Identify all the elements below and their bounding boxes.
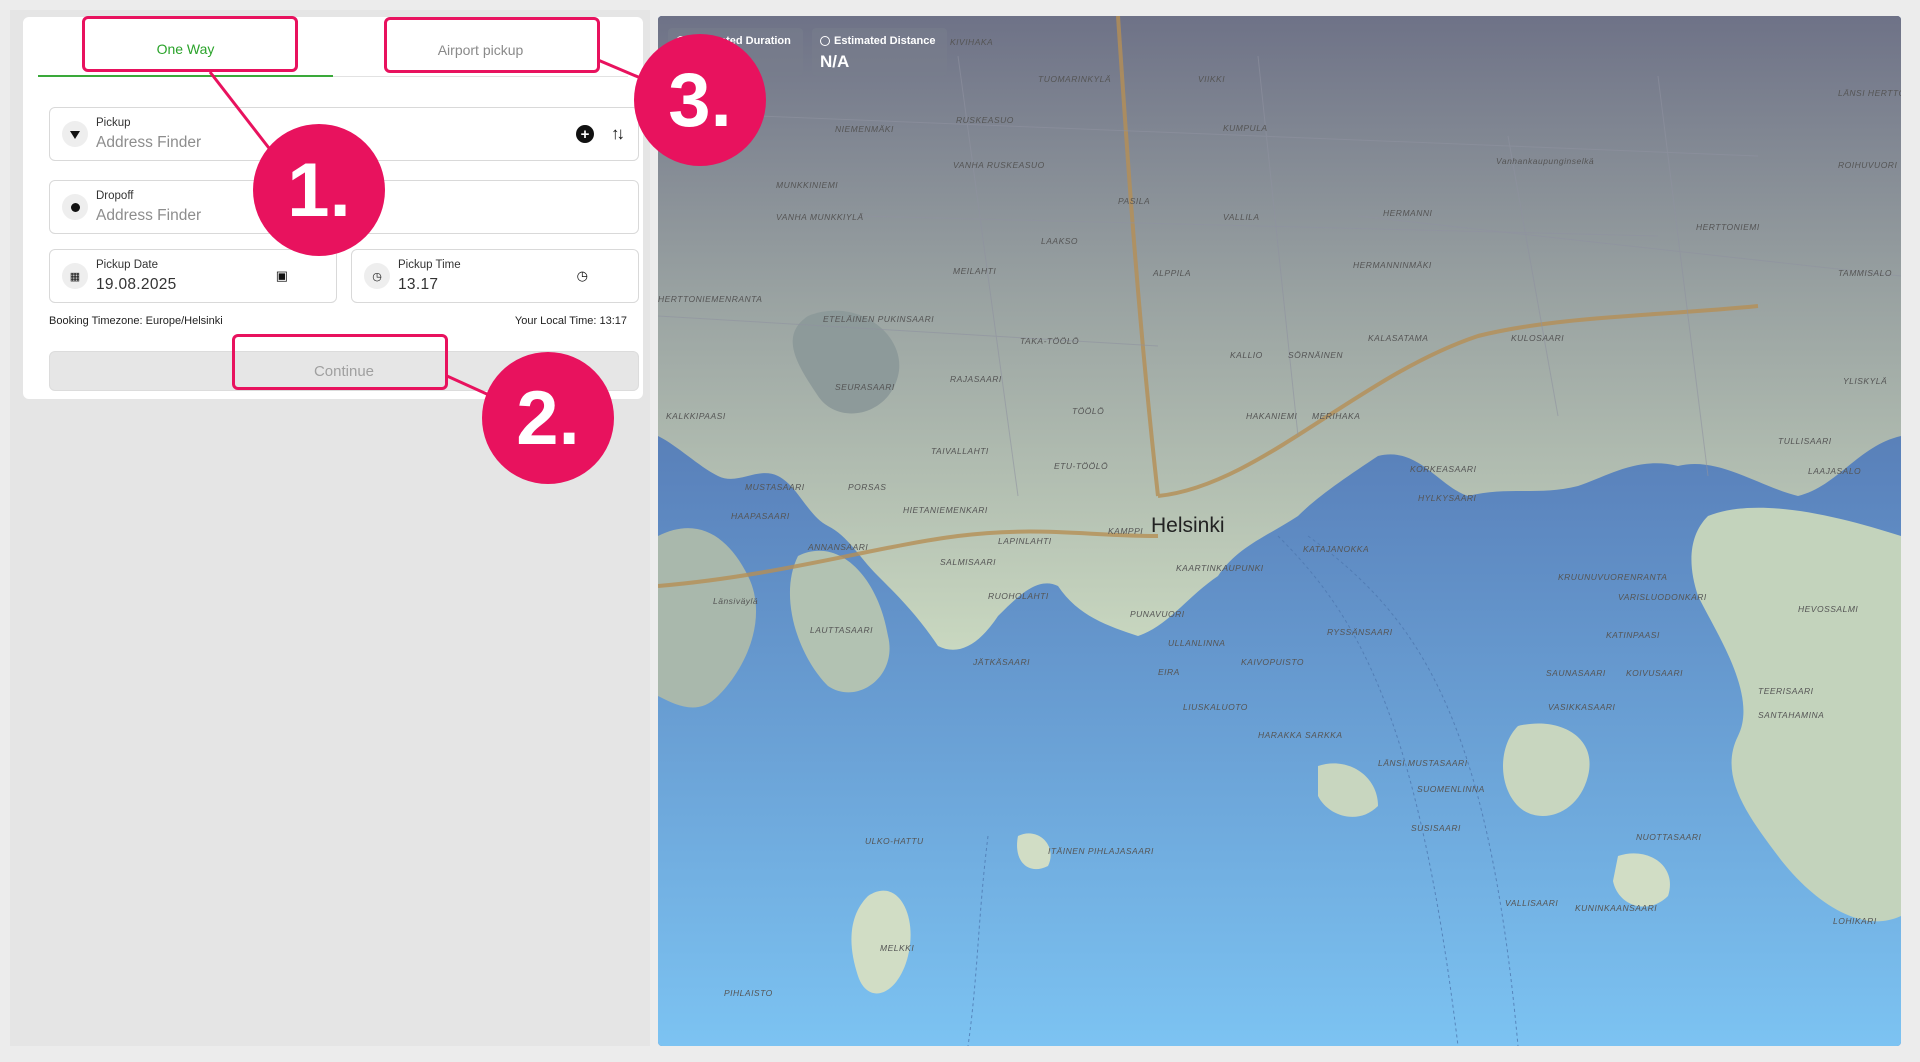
highlight-one-way-tab xyxy=(82,16,298,72)
highlight-airport-tab xyxy=(384,17,600,73)
annotation-badge-three: 3. xyxy=(634,34,766,166)
annotation-badge-one: 1. xyxy=(253,124,385,256)
highlight-continue-button xyxy=(232,334,448,390)
annotation-badge-two: 2. xyxy=(482,352,614,484)
